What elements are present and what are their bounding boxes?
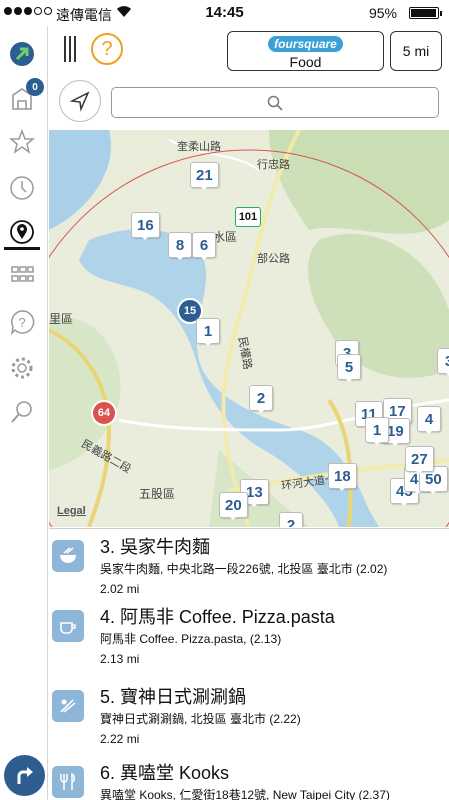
map-pin[interactable]: 5 xyxy=(337,354,361,382)
sidebar-item-history[interactable] xyxy=(6,172,38,204)
sidebar-item-help[interactable]: ? xyxy=(6,306,38,338)
battery-icon xyxy=(409,7,442,19)
results-list[interactable]: 3. 吳家牛肉麵 吳家牛肉麵, 中央北路一段226號, 北投區 臺北市 (2.0… xyxy=(49,528,449,800)
list-item[interactable]: 5. 寶神日式涮涮鍋 寶神日式涮涮鍋, 北投區 臺北市 (2.22) 2.22 … xyxy=(49,679,449,755)
map-pin[interactable]: 4 xyxy=(417,406,441,434)
sidebar-item-search[interactable] xyxy=(6,396,38,428)
notification-badge: 0 xyxy=(26,78,44,96)
sidebar-item-nearby[interactable] xyxy=(6,216,38,248)
locate-me-button[interactable] xyxy=(59,80,101,122)
sushi-icon xyxy=(52,690,84,722)
directions-button[interactable] xyxy=(4,755,45,796)
map-base xyxy=(49,130,449,527)
turn-arrow-icon xyxy=(17,766,33,784)
map-legal-link[interactable]: Legal xyxy=(57,505,86,517)
map-district-label: 五股區 xyxy=(139,487,176,501)
map-road-label: 行忠路 xyxy=(257,159,290,171)
sidebar-item-favorites[interactable] xyxy=(6,126,38,158)
map-pin[interactable]: 3 xyxy=(437,348,449,376)
status-bar: 遠傳電信 14:45 95% xyxy=(0,0,449,26)
place-name: 4. 阿馬非 Coffee. Pizza.pasta xyxy=(100,607,335,627)
map-district-label: 水區 xyxy=(213,230,238,244)
place-distance: 2.02 mi xyxy=(100,582,140,596)
map-pin[interactable]: 6 xyxy=(192,232,216,260)
map-pin[interactable]: 1 xyxy=(365,417,389,445)
battery-percent: 95% xyxy=(368,5,397,21)
map-pin[interactable]: 2 xyxy=(279,512,303,527)
menu-button[interactable] xyxy=(64,36,80,62)
place-address: 寶神日式涮涮鍋, 北投區 臺北市 (2.22) xyxy=(100,712,301,726)
coffee-cup-icon xyxy=(52,610,84,642)
noodle-bowl-icon xyxy=(52,540,84,572)
map-district-label: 里區 xyxy=(49,312,74,326)
search-input[interactable] xyxy=(112,88,438,117)
list-item[interactable]: 4. 阿馬非 Coffee. Pizza.pasta 阿馬非 Coffee. P… xyxy=(49,599,449,679)
map-pin[interactable]: 20 xyxy=(219,492,248,520)
sidebar: 0 ? xyxy=(0,26,48,800)
search-field[interactable] xyxy=(111,87,439,118)
place-address: 吳家牛肉麵, 中央北路一段226號, 北投區 臺北市 (2.02) xyxy=(100,562,388,576)
radius-button[interactable]: 5 mi xyxy=(390,31,442,71)
app-logo-icon[interactable] xyxy=(6,38,38,70)
magnifier-icon xyxy=(11,401,32,423)
place-address: 阿馬非 Coffee. Pizza.pasta, (2.13) xyxy=(100,632,282,646)
sidebar-item-checkins[interactable]: 0 xyxy=(6,78,44,114)
place-name: 3. 吳家牛肉麵 xyxy=(100,537,211,557)
clock-icon xyxy=(10,176,34,200)
provider-category-button[interactable]: foursquare Food xyxy=(227,31,384,71)
location-pin-icon xyxy=(10,220,34,244)
highway-shield: 64 xyxy=(91,400,117,426)
category-label: Food xyxy=(289,54,322,70)
sidebar-item-settings[interactable] xyxy=(6,352,38,384)
navigation-arrow-icon xyxy=(69,91,90,112)
map-road-label: 奎柔山路 xyxy=(177,141,221,153)
star-icon xyxy=(9,129,35,154)
question-bubble-icon: ? xyxy=(10,310,35,335)
active-tab-indicator xyxy=(4,247,40,250)
map-pin[interactable]: 8 xyxy=(168,232,192,260)
grid-icon xyxy=(11,266,34,282)
gear-icon xyxy=(11,357,33,379)
place-address: 異嗑堂 Kooks, 仁愛街18巷12號, New Taipei City (2… xyxy=(100,788,390,800)
foursquare-logo: foursquare xyxy=(268,36,343,52)
place-distance: 2.13 mi xyxy=(100,652,140,666)
map-pin[interactable]: 21 xyxy=(190,162,219,190)
fork-knife-icon xyxy=(52,766,84,798)
place-name: 6. 異嗑堂 Kooks xyxy=(100,763,230,783)
place-name: 5. 寶神日式涮涮鍋 xyxy=(100,687,247,707)
map-pin[interactable]: 1 xyxy=(196,318,220,346)
map-road-label: 部公路 xyxy=(257,253,290,265)
map-pin[interactable]: 2 xyxy=(249,385,273,413)
svg-text:?: ? xyxy=(18,315,25,330)
map-pin[interactable]: 27 xyxy=(405,446,434,474)
list-item[interactable]: 6. 異嗑堂 Kooks 異嗑堂 Kooks, 仁愛街18巷12號, New T… xyxy=(49,755,449,800)
map-view[interactable]: 奎柔山路 行忠路 水區 部公路 民權路 环河大道一段 民義路二段 五股區 里區 … xyxy=(49,130,449,527)
map-pin[interactable]: 18 xyxy=(328,463,357,491)
sidebar-item-categories[interactable] xyxy=(6,260,38,292)
list-item[interactable]: 3. 吳家牛肉麵 吳家牛肉麵, 中央北路一段226號, 北投區 臺北市 (2.0… xyxy=(49,529,449,599)
highway-shield: 101 xyxy=(235,207,261,227)
help-button[interactable]: ? xyxy=(91,33,123,65)
place-distance: 2.22 mi xyxy=(100,732,140,746)
map-pin[interactable]: 16 xyxy=(131,212,160,240)
